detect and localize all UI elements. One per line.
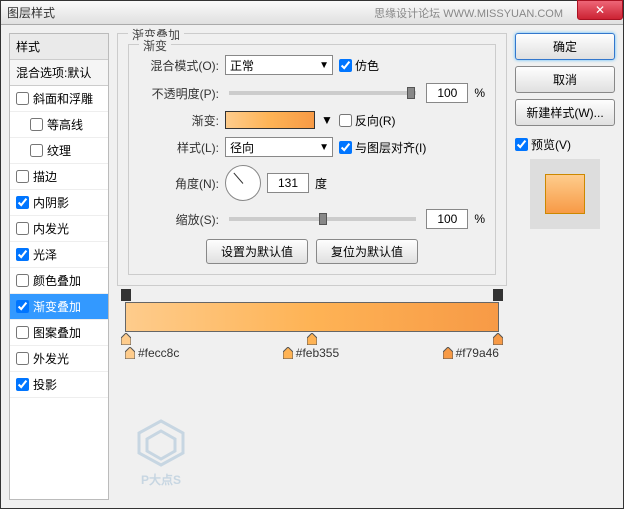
blending-options[interactable]: 混合选项:默认 bbox=[10, 60, 108, 86]
style-item[interactable]: 斜面和浮雕 bbox=[10, 86, 108, 112]
opacity-slider[interactable] bbox=[229, 91, 416, 95]
stop-label: #f79a46 bbox=[443, 346, 499, 360]
color-stop[interactable] bbox=[493, 333, 503, 345]
inner-title: 渐变 bbox=[139, 37, 171, 54]
scale-label: 缩放(S): bbox=[139, 211, 219, 228]
styles-panel: 样式 混合选项:默认 斜面和浮雕等高线纹理描边内阴影内发光光泽颜色叠加渐变叠加图… bbox=[9, 33, 109, 500]
gradient-bar[interactable] bbox=[125, 302, 499, 332]
dither-checkbox[interactable]: 仿色 bbox=[339, 57, 379, 74]
logo: P大点S bbox=[135, 417, 187, 488]
new-style-button[interactable]: 新建样式(W)... bbox=[515, 99, 615, 126]
gradient-label: 渐变: bbox=[139, 112, 219, 129]
window-title: 图层样式 bbox=[7, 4, 55, 21]
style-item[interactable]: 渐变叠加 bbox=[10, 294, 108, 320]
styles-header: 样式 bbox=[10, 34, 108, 60]
align-checkbox[interactable]: 与图层对齐(I) bbox=[339, 139, 426, 156]
style-item[interactable]: 投影 bbox=[10, 372, 108, 398]
opacity-label: 不透明度(P): bbox=[139, 85, 219, 102]
color-stop[interactable] bbox=[307, 333, 317, 345]
chevron-down-icon: ▼ bbox=[319, 142, 329, 153]
opacity-stop[interactable] bbox=[121, 289, 131, 301]
preview-swatch bbox=[530, 159, 600, 229]
gradient-swatch[interactable] bbox=[225, 111, 315, 129]
stop-label: #feb355 bbox=[283, 346, 339, 360]
reset-default-button[interactable]: 复位为默认值 bbox=[316, 239, 418, 264]
gradient-inner-group: 渐变 混合模式(O): 正常▼ 仿色 不透明度(P): 100 % bbox=[128, 44, 496, 275]
style-select[interactable]: 径向▼ bbox=[225, 137, 333, 157]
watermark: 思缘设计论坛 WWW.MISSYUAN.COM bbox=[374, 5, 563, 21]
right-panel: 确定 取消 新建样式(W)... 预览(V) bbox=[515, 33, 615, 500]
style-item[interactable]: 外发光 bbox=[10, 346, 108, 372]
preview-checkbox[interactable]: 预览(V) bbox=[515, 136, 615, 153]
style-item[interactable]: 内阴影 bbox=[10, 190, 108, 216]
style-item[interactable]: 图案叠加 bbox=[10, 320, 108, 346]
titlebar: 图层样式 思缘设计论坛 WWW.MISSYUAN.COM ✕ bbox=[1, 1, 623, 25]
style-item[interactable]: 光泽 bbox=[10, 242, 108, 268]
style-item[interactable]: 等高线 bbox=[10, 112, 108, 138]
angle-wheel[interactable] bbox=[225, 165, 261, 201]
chevron-down-icon[interactable]: ▼ bbox=[321, 113, 333, 127]
opacity-input[interactable]: 100 bbox=[426, 83, 468, 103]
style-item[interactable]: 颜色叠加 bbox=[10, 268, 108, 294]
make-default-button[interactable]: 设置为默认值 bbox=[206, 239, 308, 264]
close-button[interactable]: ✕ bbox=[577, 0, 623, 20]
style-label: 样式(L): bbox=[139, 139, 219, 156]
style-item[interactable]: 内发光 bbox=[10, 216, 108, 242]
angle-input[interactable]: 131 bbox=[267, 173, 309, 193]
gradient-overlay-group: 渐变叠加 渐变 混合模式(O): 正常▼ 仿色 不透明度(P): 100 bbox=[117, 33, 507, 286]
main-area: 渐变叠加 渐变 混合模式(O): 正常▼ 仿色 不透明度(P): 100 bbox=[117, 33, 507, 500]
reverse-checkbox[interactable]: 反向(R) bbox=[339, 112, 396, 129]
color-stop[interactable] bbox=[121, 333, 131, 345]
opacity-stop[interactable] bbox=[493, 289, 503, 301]
scale-input[interactable]: 100 bbox=[426, 209, 468, 229]
blend-mode-label: 混合模式(O): bbox=[139, 57, 219, 74]
angle-label: 角度(N): bbox=[139, 175, 219, 192]
ok-button[interactable]: 确定 bbox=[515, 33, 615, 60]
chevron-down-icon: ▼ bbox=[319, 60, 329, 71]
stop-label: #fecc8c bbox=[125, 346, 179, 360]
style-item[interactable]: 描边 bbox=[10, 164, 108, 190]
scale-slider[interactable] bbox=[229, 217, 416, 221]
cancel-button[interactable]: 取消 bbox=[515, 66, 615, 93]
layer-style-dialog: 图层样式 思缘设计论坛 WWW.MISSYUAN.COM ✕ 样式 混合选项:默… bbox=[0, 0, 624, 509]
blend-mode-select[interactable]: 正常▼ bbox=[225, 55, 333, 75]
style-item[interactable]: 纹理 bbox=[10, 138, 108, 164]
gradient-editor: #fecc8c #feb355 #f79a46 bbox=[117, 302, 507, 360]
